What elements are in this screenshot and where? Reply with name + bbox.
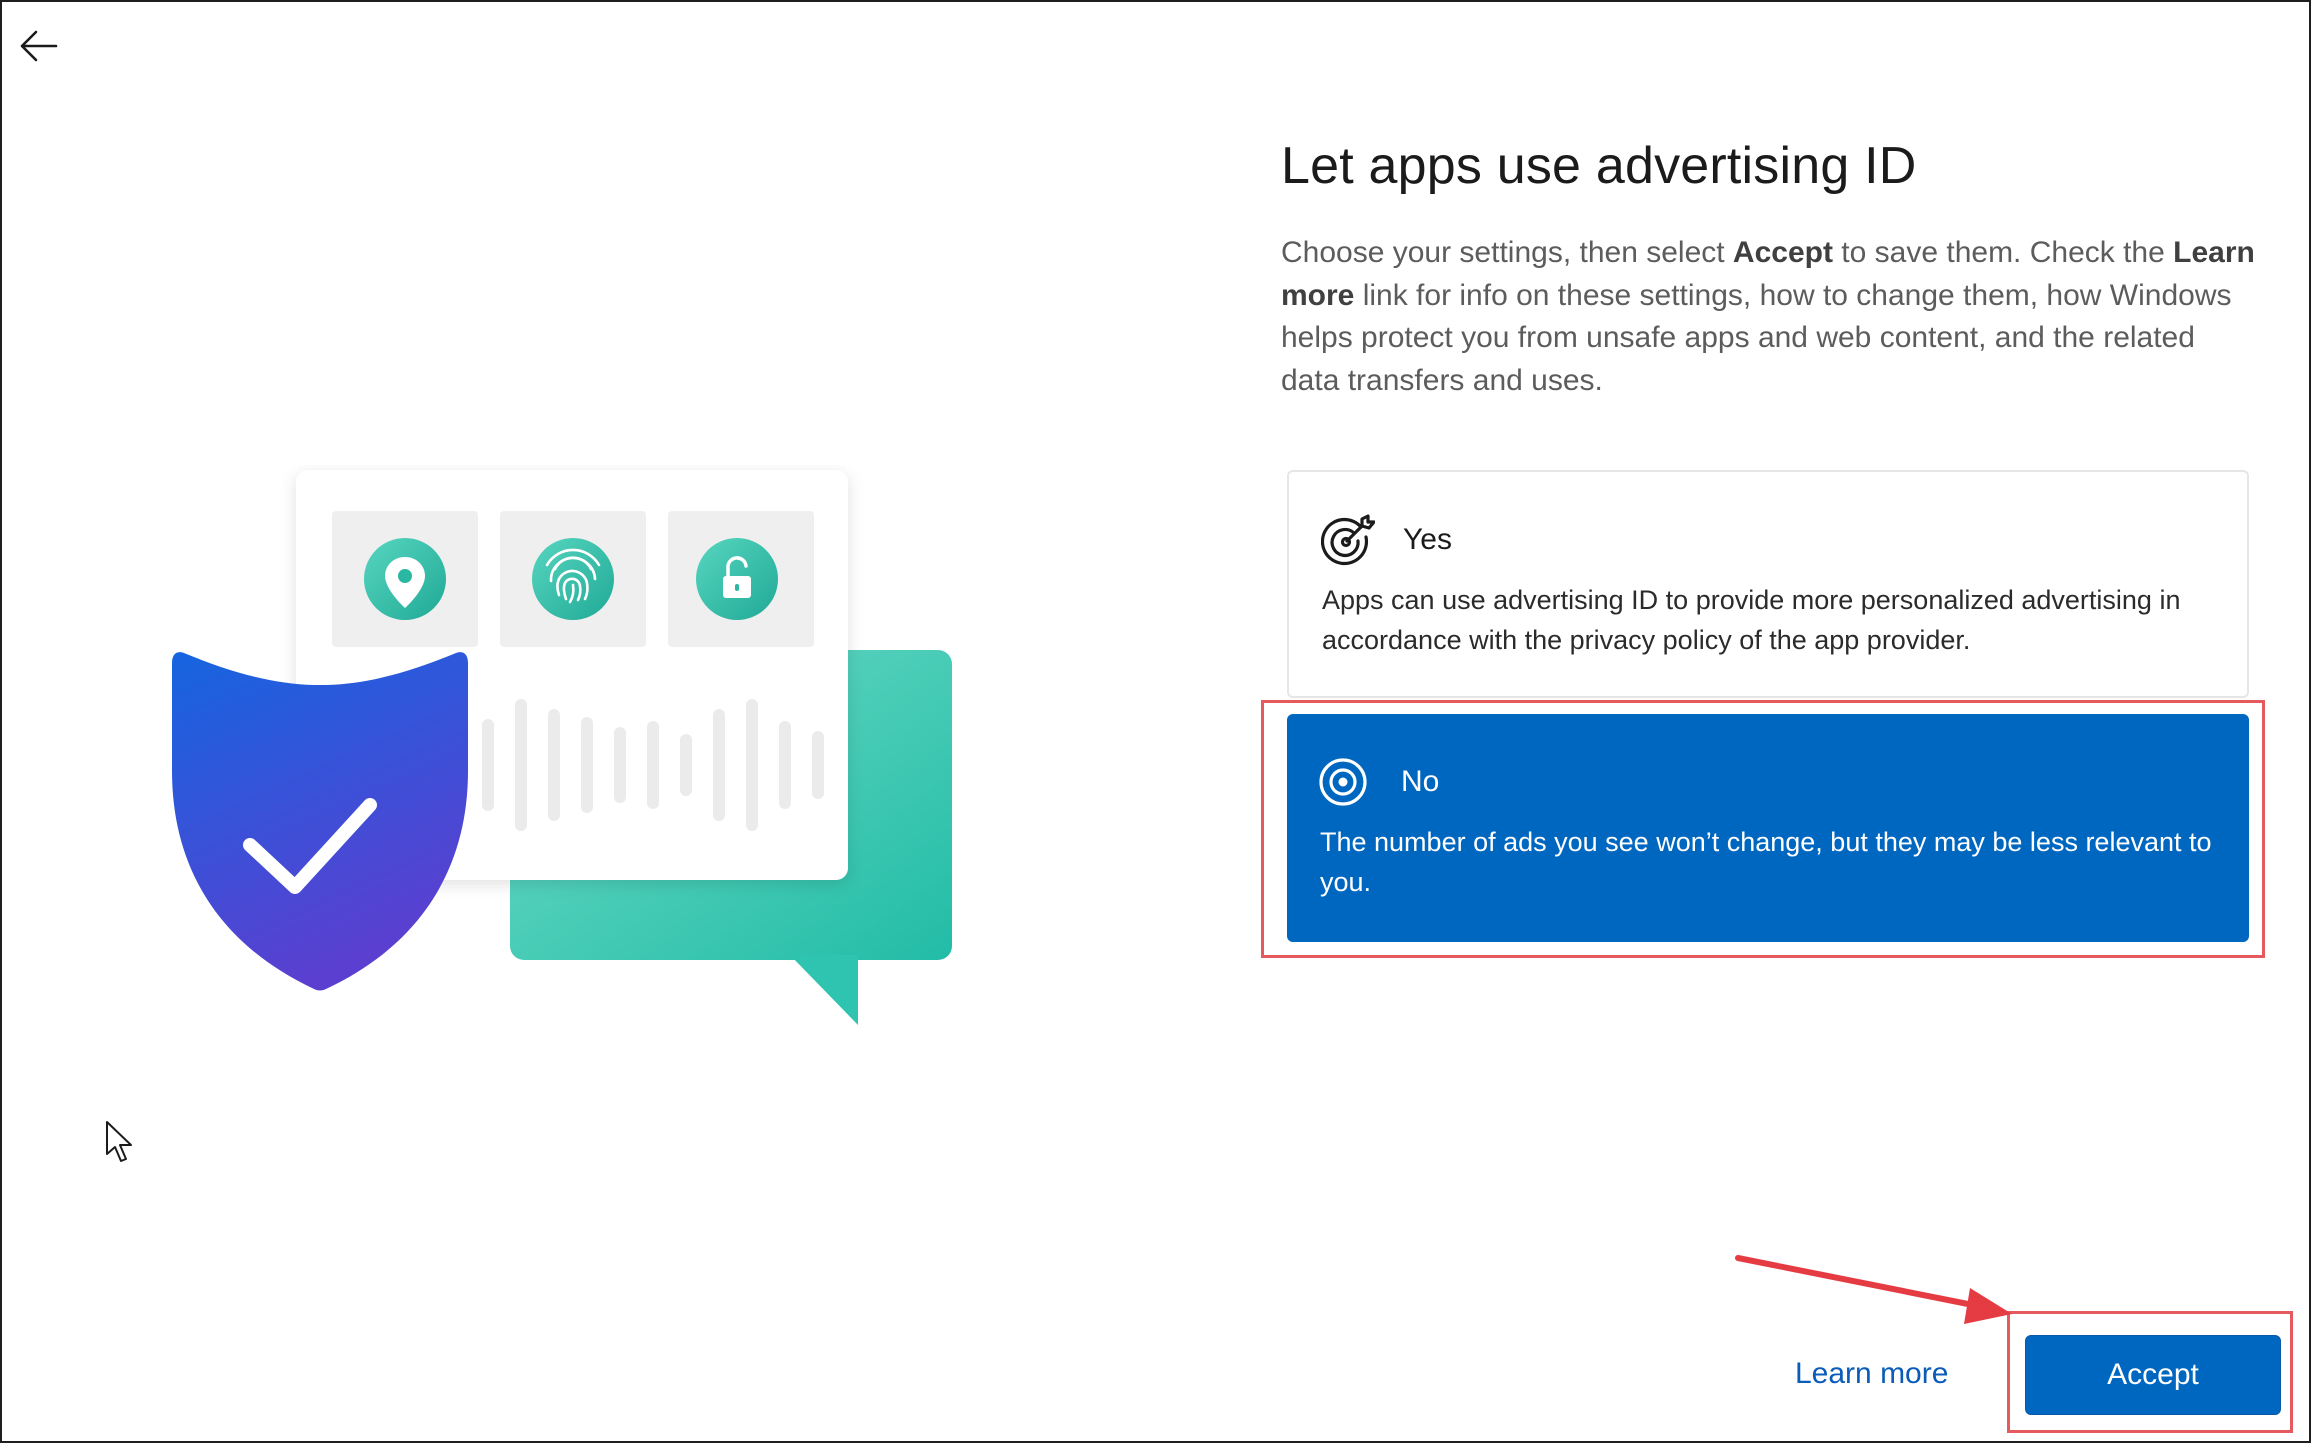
accept-button[interactable]: Accept	[2025, 1335, 2281, 1415]
page-title: Let apps use advertising ID	[1281, 137, 1917, 195]
location-tile	[332, 511, 478, 647]
back-button[interactable]	[14, 22, 62, 70]
mouse-cursor-icon	[106, 1121, 132, 1162]
option-yes-label: Yes	[1403, 523, 1452, 556]
option-yes-description: Apps can use advertising ID to provide m…	[1322, 585, 2181, 655]
accept-reference: Accept	[1732, 236, 1833, 269]
unlock-tile	[668, 511, 814, 647]
shield-check-icon	[172, 652, 468, 991]
arrow-left-icon	[20, 30, 58, 62]
fingerprint-tile	[500, 511, 646, 647]
annotation-arrow-icon	[1735, 1255, 2012, 1324]
intro-text: Choose your settings, then select Accept…	[1281, 236, 2255, 397]
learn-more-link[interactable]: Learn more	[1795, 1357, 1948, 1391]
main-content: Let apps use advertising ID Choose your …	[1281, 130, 2271, 402]
option-yes-header: Yes	[1321, 512, 1452, 568]
option-yes[interactable]: Yes Apps can use advertising ID to provi…	[1287, 470, 2249, 698]
target-arrow-icon	[1321, 514, 1375, 566]
annotation-highlight-no	[1261, 700, 2265, 958]
privacy-illustration	[172, 470, 952, 1025]
